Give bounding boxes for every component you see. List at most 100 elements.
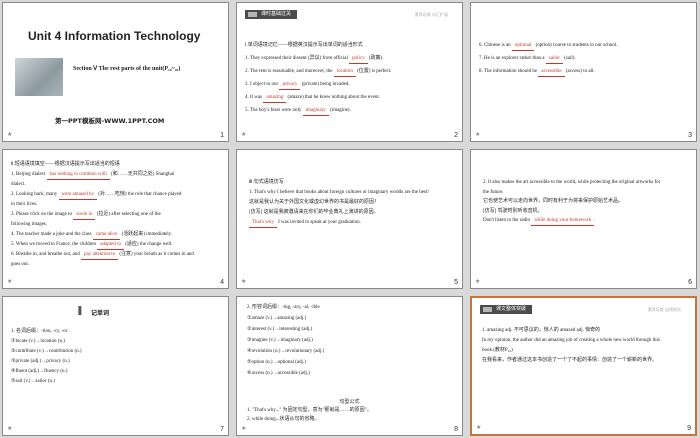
slide-thumbnail-1[interactable]: Unit 4 Information Technology Section Ⅴ … [2,2,229,142]
line-text: 1. Beijing dialect [11,172,47,177]
line-text: [仿写] 这就是我被邀请来在你们的毕业典礼上演讲的原因。 [249,210,379,215]
line-text: 8. The information should be [479,69,539,74]
line-text: 这就是我认为关于外国文化或虚幻世界的书是最好的原因！ [249,200,380,205]
slide-number: 3 [688,132,692,139]
answer-blank: has nothing in common with [46,172,110,180]
line-text: the future. [483,189,504,195]
line-text: I was invited to speak at your graduatio… [276,220,361,225]
text-line: 8. The information should be accessible … [479,69,595,77]
text-line: 3. I object to our privacy (private) bei… [245,82,350,90]
text-line: 1. That's why I believe that books about… [249,190,429,197]
slide-thumbnail-4[interactable]: Ⅱ.短语语境填空——根据汉语提示写出适当的短语 1. Beijing dialec… [2,149,229,289]
text-line: 1. Beijing dialect has nothing in common… [11,172,174,180]
star-icon: ★ [7,131,13,138]
slide-thumbnail-2[interactable]: 课时基础过关 素养培育 词汇扩展 Ⅰ.单词语境记忆——根据英汉提示写出单词的适当… [236,2,463,142]
slide-thumbnail-3[interactable]: 6. Chinese is an optional (option) cours… [470,2,697,142]
text-line: 2. Looking back, many were amazed by (对…… [11,192,181,200]
line-text: 3. I object to our [245,82,280,87]
answer-blank: while doing your homework [531,218,595,226]
line-text: 2. It also makes the art accessible to t… [483,180,661,185]
line-text: (位置) is perfect. [355,69,392,74]
line-text: 6. Breathe in, and breathe out, and [11,252,81,257]
line-text: Don't listen to the radio [483,218,532,223]
text-line: 4. It was amazing (amaze) that he knew n… [245,95,380,103]
line-text: 5. The boy's fears were only [245,108,303,113]
slide-number: 6 [688,279,692,286]
line-text: 4. It was [245,95,264,100]
text-line: ④revolution (n.)→revolutionary (adj.) [247,349,324,356]
slide-center-heading: 句型公式 [339,400,360,405]
line-text: ①amaze (v.)→amazing (adj.) [247,316,307,321]
slide-header-right: 素养培育 词汇扩展 [414,12,448,17]
slide-thumbnail-9[interactable]: 课文整体突破 素养培育 自然探究 1. amazing adj. 不可思议的；惊… [470,296,697,436]
slide-thumbnail-6[interactable]: 2. It also makes the art accessible to t… [470,149,697,289]
answer-blank: amazing [263,95,287,103]
slide-image [15,58,63,96]
text-line: ②contribute (v.)→contribution (n.) [11,349,82,356]
slide-number: 7 [220,426,224,433]
line-text: ④revolution (n.)→revolutionary (adj.) [247,349,325,354]
line-text: Ⅲ.句式语境仿写 [249,180,284,185]
text-line: [仿写] 驾驶时别听收音机。 [483,209,543,216]
answer-blank: imaginary [302,108,329,116]
line-text: (imagine). [328,108,351,113]
line-text: (注意) your breath as it comes in and [118,252,194,257]
line-text: ③private (adj.)→privacy (n.) [11,359,70,364]
line-text: ①locate (v.)→location (n.) [11,339,65,344]
text-line: 1. "That's why..." 为固定句型，意为"那就是……的原因"。 [247,408,372,415]
slide-header-right: 素养培育 自然探究 [647,307,681,312]
line-text: In my opinion, the author did an amazing… [482,338,660,343]
text-line: ③private (adj.)→privacy (n.) [11,359,70,366]
line-text: 1. "That's why..." 为固定句型，意为"那就是……的原因"。 [247,408,372,413]
line-text: (活跃起来) immediately. [120,232,173,237]
answer-blank: zoom in [73,212,96,220]
line-text: 5. When we moved to France, the children [11,242,98,247]
slide-section-title: 记单词 [91,310,110,317]
line-text: 在我看来，作者通过这本书创造了一个了不起的事情：创造了一个崭新的世界。 [482,358,658,363]
answer-blank: That's why [249,220,277,228]
text-line: the future. [483,190,504,197]
answer-blank: location [333,69,356,77]
line-text: dialect. [11,182,26,187]
slide-number: 1 [220,132,224,139]
slide-thumbnail-7[interactable]: ❚ 记单词 1. 名词后缀：-tion, -cy, -or ①locate (v.… [2,296,229,436]
line-text: 1. amazing adj. 不可思议的；惊人的 amazed adj. 惊奇… [482,328,601,333]
line-text: ⑥access (n.)→accessible (adj.) [247,371,310,376]
text-line: That's why I was invited to speak at you… [249,220,361,228]
text-line: 2. The rent is reasonable, and moreover,… [245,69,391,77]
answer-blank: adapted to [97,242,124,250]
line-text: (option) course to students in our schoo… [534,43,618,48]
line-text: book.(教材P₁₈) [482,348,513,353]
answer-blank: sailor [545,56,563,64]
slide-subtitle: Section Ⅴ The rest parts of the unit(P₁₈… [73,66,181,72]
line-text: 2. The rent is reasonable, and moreover,… [245,69,334,74]
line-text: 6. Chinese is an [479,43,512,48]
text-line: In my opinion, the author did an amazing… [482,338,660,345]
line-text: ②interest (v.)→interesting (adj.) [247,327,313,332]
star-icon: ★ [7,278,13,285]
text-line: ①amaze (v.)→amazing (adj.) [247,316,306,323]
line-text: (private) being invaded. [300,82,350,87]
text-line: in their lives. [11,202,37,209]
slide-thumbnail-5[interactable]: Ⅲ.句式语境仿写 1. That's why I believe that boo… [236,149,463,289]
answer-blank: were amazed by [58,192,97,200]
text-line: 1. amazing adj. 不可思议的；惊人的 amazed adj. 惊奇… [482,328,600,335]
line-text: (sail). [562,56,576,61]
slide-number: 2 [454,132,458,139]
slide-number: 9 [687,425,691,432]
line-text: ⑤sail (v.)→sailor (n.) [11,379,55,384]
text-line: 2. It also makes the art accessible to t… [483,180,660,187]
text-line: following images. [11,222,47,229]
line-text: [仿写] 驾驶时别听收音机。 [483,208,543,214]
line-text: (access) to all. [564,69,595,74]
slide-number: 5 [454,279,458,286]
book-icon: ❚ [76,306,84,316]
line-text: . [594,218,596,223]
answer-blank: pay attention to [80,252,119,260]
star-icon: ★ [475,278,481,285]
line-text: Ⅱ.短语语境填空——根据汉语提示写出适当的短语 [11,162,120,167]
text-line: 3. Please click on the image to zoom in … [11,212,161,220]
slide-thumbnail-8[interactable]: 2. 形容词后缀：-ing, -ary, -al, -ible ①amaze (v… [236,296,463,436]
line-text: (拉近) after selecting one of the [95,212,161,217]
text-line: 7. He is an explorer rather than a sailo… [479,56,576,64]
